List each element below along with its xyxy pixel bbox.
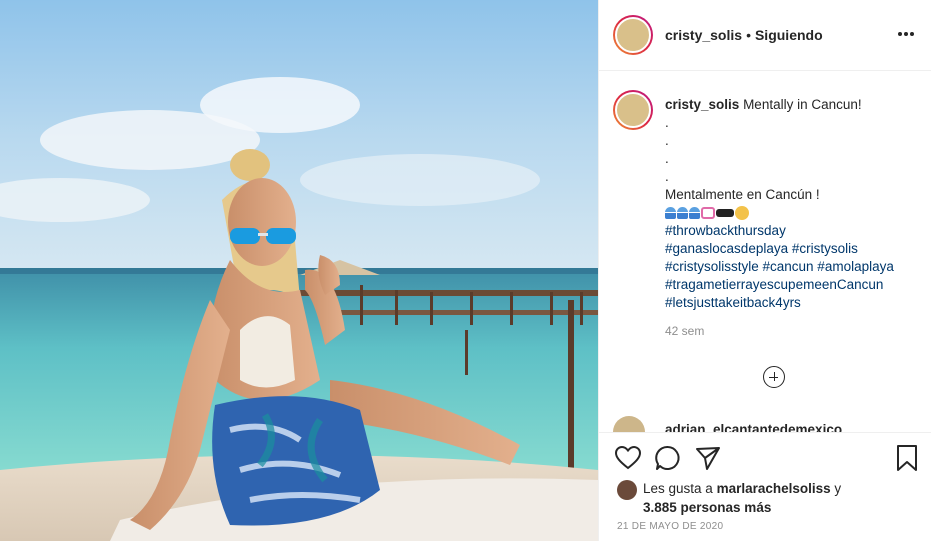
likes-count-link[interactable]: 3.885 personas más bbox=[643, 500, 771, 515]
likes-conjunction: y bbox=[830, 481, 842, 496]
hashtag-line[interactable]: #throwbackthursday bbox=[665, 222, 920, 240]
commenter-avatar[interactable] bbox=[613, 416, 645, 432]
add-circle-icon[interactable] bbox=[763, 366, 785, 388]
sunglasses-emoji bbox=[716, 209, 734, 217]
hashtag-line[interactable]: #cristysolisstyle #cancun #amolaplaya bbox=[665, 258, 920, 276]
beach-photo-illustration bbox=[0, 0, 598, 541]
caption-dot: . bbox=[665, 151, 669, 166]
caption-spanish: Mentalmente en Cancún ! bbox=[665, 187, 820, 202]
post-photo[interactable] bbox=[0, 0, 598, 541]
water-wave-emoji bbox=[677, 207, 688, 219]
woman-face-emoji bbox=[735, 206, 749, 220]
hashtag-line[interactable]: #ganaslocasdeplaya #cristysolis bbox=[665, 240, 920, 258]
liker-avatar[interactable] bbox=[617, 480, 637, 500]
more-horizontal-icon[interactable] bbox=[894, 24, 918, 44]
heart-icon[interactable] bbox=[613, 443, 643, 473]
caption-first-line: cristy_solis Mentally in Cancun! bbox=[665, 96, 920, 114]
bikini-emoji bbox=[701, 207, 715, 219]
bookmark-icon[interactable] bbox=[892, 443, 922, 473]
likes-prefix: Les gusta a bbox=[643, 481, 717, 496]
likes-text: Les gusta a marlarachelsoliss y 3.885 pe… bbox=[643, 479, 913, 517]
author-username-link[interactable]: cristy_solis bbox=[665, 27, 742, 43]
comment-icon[interactable] bbox=[653, 443, 683, 473]
post-age[interactable]: 42 sem bbox=[665, 324, 704, 338]
liker-username-link[interactable]: marlarachelsoliss bbox=[717, 481, 831, 496]
water-wave-emoji bbox=[665, 207, 676, 219]
water-wave-emoji bbox=[689, 207, 700, 219]
caption-dot: . bbox=[665, 115, 669, 130]
header-separator: • bbox=[746, 27, 751, 43]
post-header: cristy_solis • Siguiendo bbox=[599, 0, 931, 71]
caption-emojis bbox=[665, 204, 920, 222]
follow-status-button[interactable]: Siguiendo bbox=[755, 27, 823, 43]
send-icon[interactable] bbox=[693, 443, 723, 473]
comments-area[interactable]: cristy_solis Mentally in Cancun! . . . .… bbox=[599, 72, 931, 432]
author-avatar[interactable] bbox=[613, 15, 653, 55]
caption-author-avatar[interactable] bbox=[613, 90, 653, 130]
hashtag-line[interactable]: #letsjusttakeitback4yrs bbox=[665, 294, 920, 312]
commenter-username-link[interactable]: adrian_elcantantedemexico bbox=[665, 422, 842, 432]
hashtag-line[interactable]: #tragametierrayescupemeenCancun bbox=[665, 276, 920, 294]
caption-dot: . bbox=[665, 169, 669, 184]
caption-text: cristy_solis Mentally in Cancun! . . . .… bbox=[665, 96, 920, 312]
comment-row: adrian_elcantantedemexico bbox=[613, 416, 923, 432]
caption-username-link[interactable]: cristy_solis bbox=[665, 97, 739, 112]
caption-dot: . bbox=[665, 133, 669, 148]
post-date[interactable]: 21 DE MAYO DE 2020 bbox=[617, 521, 723, 532]
caption-english: Mentally in Cancun! bbox=[743, 97, 862, 112]
post-actions: Les gusta a marlarachelsoliss y 3.885 pe… bbox=[599, 432, 931, 541]
post-side-panel: cristy_solis • Siguiendo cristy_solis Me… bbox=[598, 0, 931, 541]
